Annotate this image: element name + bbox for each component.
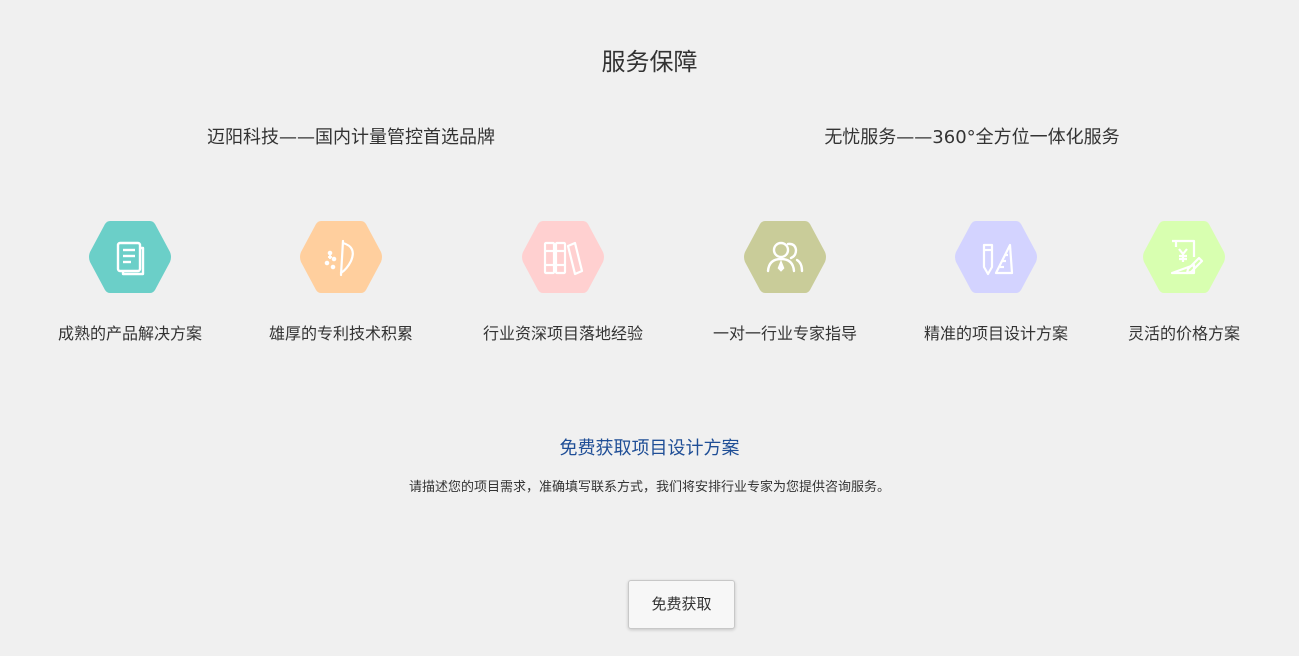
feature-item-pricing: 灵活的价格方案	[1084, 218, 1284, 345]
feature-item-experts: 一对一行业专家指导	[685, 218, 885, 345]
document-icon	[87, 218, 173, 296]
section-title: 服务保障	[601, 48, 698, 76]
feature-item-experience: 行业资深项目落地经验	[463, 218, 663, 345]
books-icon	[520, 218, 606, 296]
free-get-button[interactable]: 免费获取	[628, 580, 735, 629]
feature-label: 一对一行业专家指导	[712, 324, 857, 343]
magic-wand-icon	[298, 218, 384, 296]
cta-title: 免费获取项目设计方案	[559, 438, 740, 459]
feature-label: 灵活的价格方案	[1127, 324, 1240, 343]
feature-label: 雄厚的专利技术积累	[268, 324, 413, 343]
feature-item-patents: 雄厚的专利技术积累	[241, 218, 441, 345]
feature-label: 精准的项目设计方案	[923, 324, 1068, 343]
cta-description: 请描述您的项目需求，准确填写联系方式，我们将安排行业专家为您提供咨询服务。	[408, 480, 890, 495]
people-icon	[742, 218, 828, 296]
service-guarantee-section: 服务保障 迈阳科技——国内计量管控首选品牌 无忧服务——360°全方位一体化服务…	[0, 0, 1299, 656]
slogan-service: 无忧服务——360°全方位一体化服务	[824, 127, 1120, 148]
feature-label: 成熟的产品解决方案	[57, 324, 202, 343]
pencil-ruler-icon	[953, 218, 1039, 296]
feature-item-solutions: 成熟的产品解决方案	[30, 218, 230, 345]
feature-item-design: 精准的项目设计方案	[896, 218, 1096, 345]
price-tag-icon	[1141, 218, 1227, 296]
slogan-brand: 迈阳科技——国内计量管控首选品牌	[207, 127, 495, 148]
feature-label: 行业资深项目落地经验	[482, 324, 643, 343]
